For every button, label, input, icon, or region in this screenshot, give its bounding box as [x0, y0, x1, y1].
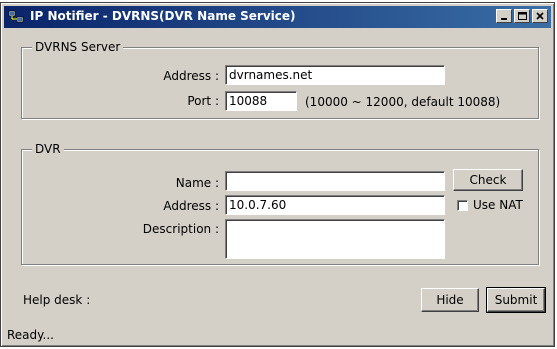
- hide-button[interactable]: Hide: [421, 288, 479, 312]
- close-icon: [536, 12, 544, 20]
- help-desk-label: Help desk :: [23, 293, 91, 307]
- dvr-name-input[interactable]: [225, 171, 445, 191]
- minimize-button[interactable]: [496, 9, 512, 23]
- dvr-description-input[interactable]: [225, 219, 445, 259]
- dvr-address-label: Address :: [163, 199, 219, 213]
- close-button[interactable]: [532, 9, 548, 23]
- dvrns-server-legend: DVRNS Server: [32, 40, 124, 54]
- dvr-legend: DVR: [32, 142, 64, 156]
- title-bar[interactable]: IP Notifier - DVRNS(DVR Name Service): [4, 6, 551, 28]
- window-controls: [496, 9, 548, 23]
- window-title: IP Notifier - DVRNS(DVR Name Service): [30, 9, 296, 23]
- server-port-input[interactable]: [225, 91, 297, 111]
- ip-notifier-window: IP Notifier - DVRNS(DVR Name Service) DV…: [0, 2, 555, 347]
- maximize-icon: [517, 12, 527, 20]
- dvr-address-input[interactable]: [225, 195, 445, 215]
- server-address-label: Address :: [163, 69, 219, 83]
- maximize-button[interactable]: [514, 9, 530, 23]
- minimize-icon: [501, 18, 507, 20]
- dvr-description-label: Description :: [142, 222, 219, 236]
- server-address-input[interactable]: [225, 65, 445, 85]
- port-range-hint: (10000 ~ 12000, default 10088): [305, 95, 501, 109]
- use-nat-checkbox[interactable]: [457, 200, 468, 211]
- check-button[interactable]: Check: [453, 169, 523, 191]
- dvr-name-label: Name :: [175, 176, 219, 190]
- use-nat-label: Use NAT: [473, 198, 523, 212]
- submit-button[interactable]: Submit: [486, 287, 546, 313]
- network-computers-icon: [8, 10, 24, 24]
- status-text: Ready...: [7, 328, 54, 342]
- server-port-label: Port :: [187, 94, 219, 108]
